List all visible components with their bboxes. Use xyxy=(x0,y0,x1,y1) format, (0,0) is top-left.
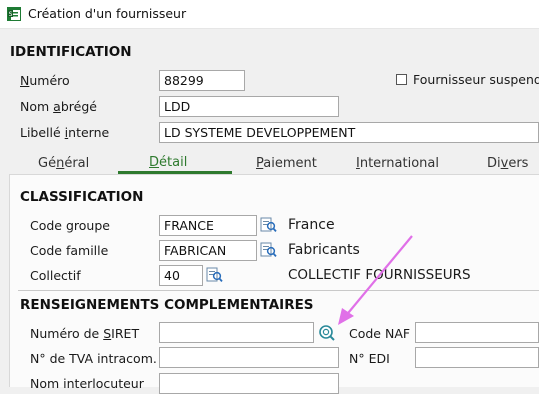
lookup-icon[interactable] xyxy=(260,241,278,259)
siret-input[interactable] xyxy=(159,322,314,343)
title-bar: S Création d'un fournisseur xyxy=(0,0,539,29)
libelle-input[interactable]: LD SYSTEME DEVELOPPEMENT xyxy=(159,122,539,143)
tva-input[interactable] xyxy=(159,347,339,368)
svg-text:S: S xyxy=(9,11,13,18)
identification-title: IDENTIFICATION xyxy=(10,44,132,60)
siret-label: Numéro de SIRET xyxy=(30,326,140,341)
suspendu-label: Fournisseur suspendu xyxy=(413,72,539,87)
classification-title: CLASSIFICATION xyxy=(20,189,144,205)
section-divider xyxy=(18,290,539,291)
annotation-arrow xyxy=(338,235,413,325)
numero-label: Numéro xyxy=(20,73,70,88)
libelle-label: Libellé interne xyxy=(20,125,110,140)
renseignements-title: RENSEIGNEMENTS COMPLEMENTAIRES xyxy=(20,297,314,313)
collectif-label: Collectif xyxy=(30,268,81,283)
tva-label: N° de TVA intracom. xyxy=(30,351,157,366)
code-naf-input[interactable] xyxy=(415,322,539,343)
code-famille-input[interactable]: FABRICAN xyxy=(159,240,257,261)
suspendu-checkbox[interactable] xyxy=(396,74,407,85)
tab-international[interactable]: International xyxy=(356,156,439,171)
lookup-icon[interactable] xyxy=(260,216,278,234)
code-famille-label: Code famille xyxy=(30,243,109,258)
code-groupe-label: Code groupe xyxy=(30,218,110,233)
code-groupe-input[interactable]: FRANCE xyxy=(159,215,257,236)
window-title: Création d'un fournisseur xyxy=(28,6,187,21)
edi-input[interactable] xyxy=(415,347,539,368)
tab-divers[interactable]: Divers xyxy=(487,156,528,171)
code-groupe-description: France xyxy=(288,217,335,233)
nom-abrege-input[interactable]: LDD xyxy=(159,96,339,117)
interlocuteur-input[interactable] xyxy=(159,373,339,394)
tab-paiement[interactable]: Paiement xyxy=(256,156,317,171)
numero-input[interactable]: 88299 xyxy=(159,70,245,91)
tab-general[interactable]: Général xyxy=(38,156,89,171)
tab-detail[interactable]: Détail xyxy=(149,155,187,170)
edi-label: N° EDI xyxy=(349,351,390,366)
lookup-icon[interactable] xyxy=(206,266,224,284)
collectif-input[interactable]: 40 xyxy=(159,265,203,286)
app-icon: S xyxy=(7,7,21,21)
interlocuteur-label: Nom interlocuteur xyxy=(30,376,144,391)
nom-abrege-label: Nom abrégé xyxy=(20,99,97,114)
